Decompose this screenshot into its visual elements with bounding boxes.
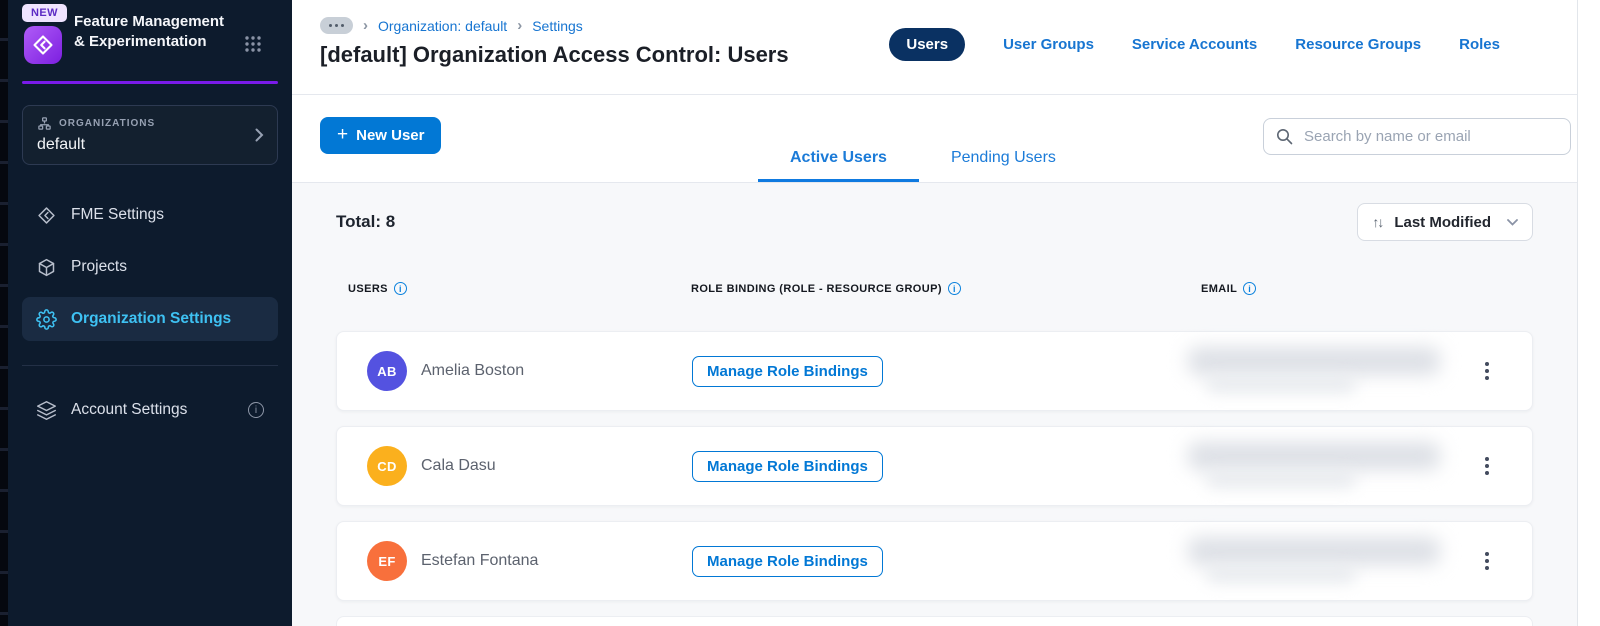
nav-tab-users[interactable]: Users [889, 28, 966, 61]
avatar: EF [367, 541, 407, 581]
email-redacted [1188, 332, 1481, 410]
avatar-initials: EF [378, 553, 396, 569]
toolbar: + New User Active Users Pending Users [292, 95, 1577, 183]
new-user-button[interactable]: + New User [320, 117, 442, 155]
user-state-tabs: Active Users Pending Users [758, 136, 1088, 182]
table-row: CD Cala Dasu Manage Role Bindings [336, 426, 1533, 506]
sidebar-item-fme-settings[interactable]: FME Settings [22, 193, 278, 237]
nav-tab-roles[interactable]: Roles [1459, 36, 1500, 53]
tab-pending-users[interactable]: Pending Users [919, 136, 1088, 182]
user-cell: AB Amelia Boston [349, 351, 692, 391]
screen: NEW Feature Management & Experimentation [0, 0, 1600, 626]
user-cell: CD Cala Dasu [349, 446, 692, 486]
app-switcher-icon[interactable] [244, 35, 262, 53]
avatar-initials: CD [377, 458, 397, 474]
info-icon[interactable]: i [1243, 282, 1257, 295]
manage-role-bindings-button[interactable]: Manage Role Bindings [692, 545, 883, 577]
column-header-email: EMAIL i [1201, 282, 1480, 295]
search-input[interactable] [1302, 127, 1558, 147]
email-redacted [1188, 427, 1481, 505]
account-info-icon[interactable]: i [248, 402, 264, 418]
sidebar-header: NEW Feature Management & Experimentation [8, 0, 292, 81]
row-menu-icon[interactable] [1481, 453, 1493, 479]
user-cell: EF Estefan Fontana [349, 541, 692, 581]
new-user-label: New User [356, 127, 425, 145]
organization-value: default [37, 136, 86, 153]
sidebar-item-projects[interactable]: Projects [22, 245, 278, 289]
table-column-headers: USERS i ROLE BINDING (ROLE - RESOURCE GR… [336, 282, 1533, 295]
layers-icon [36, 400, 57, 421]
breadcrumb-separator: › [517, 17, 523, 34]
manage-role-bindings-button[interactable]: Manage Role Bindings [692, 450, 883, 482]
user-name: Amelia Boston [421, 362, 525, 379]
table-row: EF Estefan Fontana Manage Role Bindings [336, 521, 1533, 601]
search-icon [1276, 128, 1293, 145]
sidebar-item-label: FME Settings [71, 206, 165, 223]
sidebar-item-organization-settings[interactable]: Organization Settings [22, 297, 278, 341]
column-label: ROLE BINDING (ROLE - RESOURCE GROUP) [691, 282, 942, 295]
org-tree-icon [37, 116, 52, 131]
avatar: CD [367, 446, 407, 486]
fme-logo-icon[interactable] [24, 26, 62, 64]
breadcrumb-ellipsis[interactable] [320, 17, 353, 34]
table-row-partial [336, 616, 1533, 626]
sidebar-divider [22, 365, 278, 366]
sort-label: Last Modified [1394, 213, 1491, 231]
sidebar-menu: FME Settings Projects Organization Setti… [8, 193, 292, 432]
plus-icon: + [337, 123, 349, 145]
accent-divider [22, 81, 278, 84]
row-menu-icon[interactable] [1481, 548, 1493, 574]
sort-dropdown[interactable]: ↑↓ Last Modified [1357, 203, 1533, 241]
sort-arrows-icon: ↑↓ [1372, 214, 1384, 230]
right-gutter [1577, 0, 1600, 626]
sidebar: NEW Feature Management & Experimentation [8, 0, 292, 626]
nav-tab-user-groups[interactable]: User Groups [1003, 36, 1094, 53]
column-label: EMAIL [1201, 282, 1238, 295]
avatar: AB [367, 351, 407, 391]
organizations-label: ORGANIZATIONS [59, 118, 156, 129]
search-box [1263, 118, 1571, 156]
users-table-section: Total: 8 ↑↓ Last Modified USERS i ROLE B… [292, 183, 1577, 626]
page-header: › Organization: default › Settings [defa… [292, 0, 1577, 96]
row-menu-icon[interactable] [1481, 358, 1493, 384]
table-row: AB Amelia Boston Manage Role Bindings [336, 331, 1533, 411]
table-summary-row: Total: 8 ↑↓ Last Modified [336, 203, 1533, 241]
main-panel: › Organization: default › Settings [defa… [292, 0, 1577, 626]
sidebar-item-label: Projects [71, 258, 127, 275]
email-redacted [1188, 522, 1481, 600]
info-icon[interactable]: i [393, 282, 407, 295]
manage-role-bindings-button[interactable]: Manage Role Bindings [692, 355, 883, 387]
sidebar-item-account-settings[interactable]: Account Settings i [22, 388, 278, 432]
breadcrumb-link-settings[interactable]: Settings [532, 18, 583, 34]
column-header-role-binding: ROLE BINDING (ROLE - RESOURCE GROUP) i [691, 282, 1201, 295]
column-label: USERS [348, 282, 388, 295]
gear-icon [36, 308, 57, 330]
chevron-down-icon [1507, 218, 1518, 226]
user-name: Cala Dasu [421, 457, 496, 474]
nav-tab-service-accounts[interactable]: Service Accounts [1132, 36, 1257, 53]
sidebar-item-label: Account Settings [71, 401, 188, 418]
access-control-nav: Users User Groups Service Accounts Resou… [889, 28, 1500, 61]
nav-tab-resource-groups[interactable]: Resource Groups [1295, 36, 1421, 53]
breadcrumb-separator: › [363, 17, 368, 34]
product-title: Feature Management & Experimentation [74, 13, 225, 50]
chevron-right-icon [255, 128, 264, 142]
user-name: Estefan Fontana [421, 552, 539, 569]
column-header-users: USERS i [348, 282, 691, 295]
new-badge: NEW [22, 4, 67, 22]
total-count: Total: 8 [336, 212, 396, 231]
split-icon [36, 205, 57, 226]
screen-edge [0, 0, 8, 626]
sidebar-item-label: Organization Settings [71, 310, 232, 327]
info-icon[interactable]: i [947, 282, 961, 295]
tab-active-users[interactable]: Active Users [758, 136, 919, 182]
organization-selector[interactable]: ORGANIZATIONS default [22, 105, 278, 165]
breadcrumb-link-organization[interactable]: Organization: default [378, 18, 507, 34]
avatar-initials: AB [377, 363, 397, 379]
cube-icon [36, 257, 57, 278]
